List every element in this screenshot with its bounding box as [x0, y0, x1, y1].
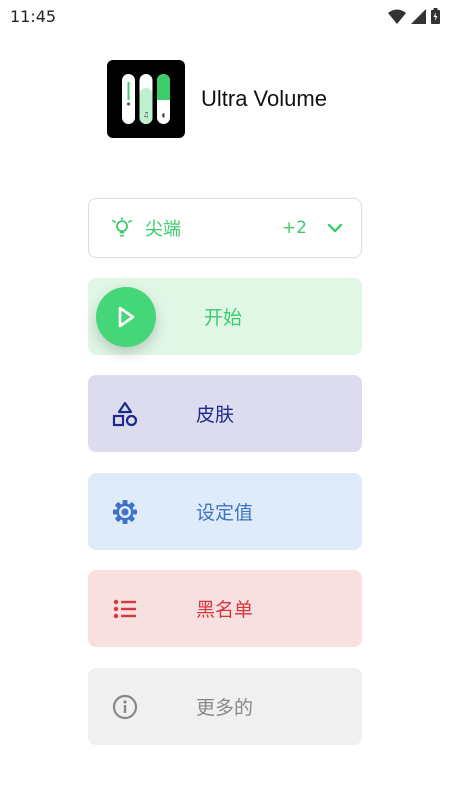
- play-icon: [118, 306, 135, 328]
- more-button[interactable]: 更多的: [88, 668, 362, 745]
- mode-selector[interactable]: 尖端 +2: [88, 198, 362, 258]
- svg-text:♫: ♫: [143, 111, 149, 119]
- skin-label: 皮肤: [196, 404, 235, 426]
- play-button[interactable]: [96, 287, 156, 347]
- signal-icon: [411, 8, 426, 24]
- settings-button[interactable]: 设定值: [88, 473, 362, 550]
- svg-text:◖: ◖: [162, 112, 165, 119]
- more-label: 更多的: [196, 697, 254, 719]
- app-title: Ultra Volume: [201, 86, 327, 111]
- app-header: ♫ ◖ Ultra Volume: [107, 60, 327, 138]
- status-icons: [388, 8, 440, 24]
- start-label: 开始: [204, 307, 243, 329]
- list-icon: [110, 594, 140, 624]
- info-icon: [110, 692, 140, 722]
- battery-icon: [431, 8, 440, 24]
- chevron-down-icon[interactable]: [327, 223, 343, 233]
- settings-label: 设定值: [196, 502, 254, 524]
- status-time: 11:45: [10, 6, 57, 26]
- status-bar: 11:45: [0, 0, 450, 32]
- wifi-icon: [388, 9, 406, 24]
- mode-count-badge: +2: [281, 218, 307, 238]
- gear-icon: [110, 497, 140, 527]
- skin-button[interactable]: 皮肤: [88, 375, 362, 452]
- shapes-icon: [110, 399, 140, 429]
- mode-label: 尖端: [145, 219, 181, 240]
- blacklist-button[interactable]: 黑名单: [88, 570, 362, 647]
- lightbulb-icon: [112, 217, 132, 237]
- blacklist-label: 黑名单: [196, 599, 254, 621]
- volume-sliders-icon: ♫ ◖: [122, 74, 170, 124]
- app-logo: ♫ ◖: [107, 60, 185, 138]
